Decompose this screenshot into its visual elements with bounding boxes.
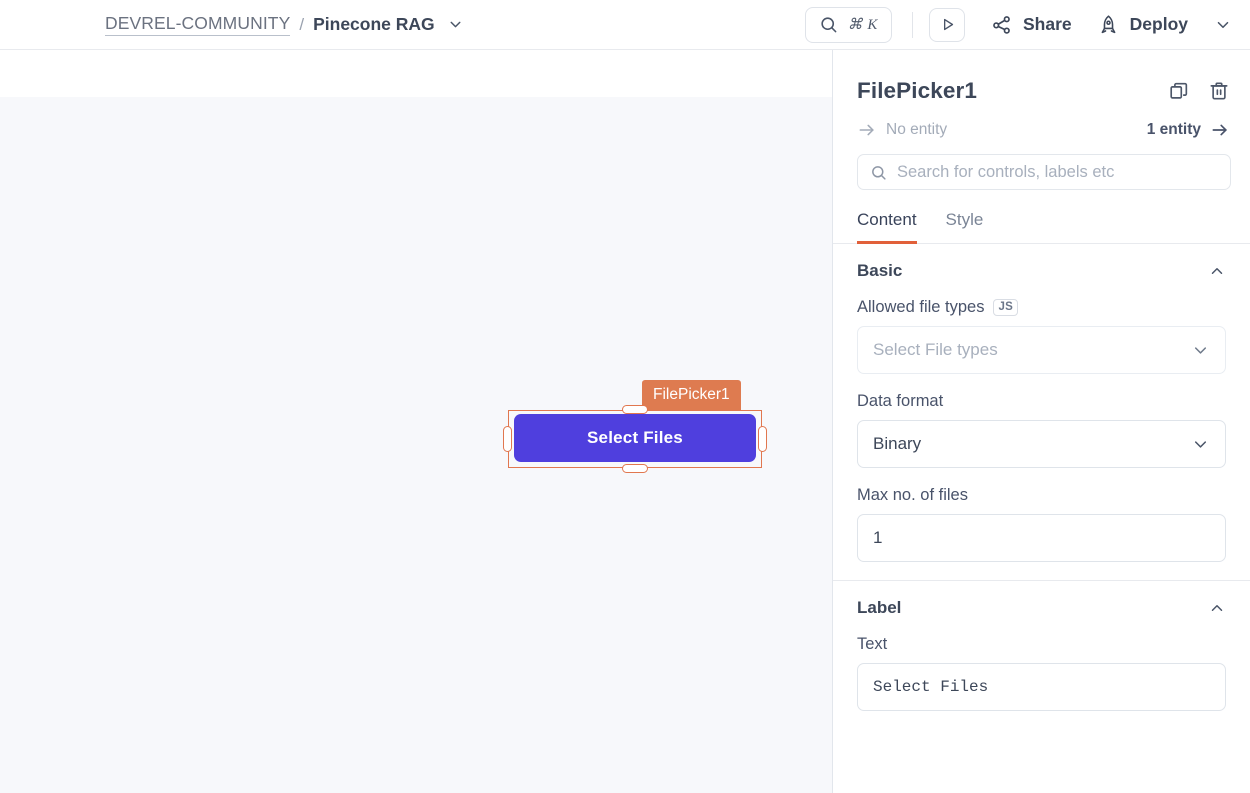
prev-entity-label: No entity [886,121,948,138]
preview-button[interactable] [929,7,965,42]
chevron-up-icon[interactable] [1208,599,1226,617]
search-icon [870,164,887,181]
tab-content[interactable]: Content [857,210,917,244]
share-button[interactable]: Share [991,14,1072,35]
deploy-label: Deploy [1129,14,1188,34]
max-files-input[interactable]: 1 [857,514,1226,562]
chevron-down-icon[interactable] [1191,435,1210,454]
toolbar-divider [912,11,913,38]
arrow-right-icon [857,120,877,140]
chevron-up-icon[interactable] [1208,262,1226,280]
field-data-format-label-row: Data format [857,392,1226,411]
label-text-value: Select Files [873,678,989,696]
resize-handle-left[interactable] [503,426,512,452]
global-search-button[interactable]: ⌘ K [805,6,892,43]
resize-handle-right[interactable] [758,426,767,452]
field-label-text: Text Select Files [857,635,1226,711]
next-entity-nav[interactable]: 1 entity [1147,120,1230,140]
property-pane-header: FilePicker1 [833,50,1250,104]
data-format-value: Binary [873,434,922,453]
play-icon [939,16,956,33]
breadcrumb-app-name[interactable]: Pinecone RAG [313,14,435,35]
property-pane: FilePicker1 No entity 1 entity Search fo… [833,50,1250,793]
section-basic-header[interactable]: Basic [857,244,1226,298]
share-label: Share [1023,14,1072,34]
search-icon [819,15,838,34]
widget-name-tab[interactable]: FilePicker1 [642,380,741,410]
field-allowed-file-types: Allowed file types JS Select File types [857,298,1226,374]
breadcrumb-org[interactable]: DEVREL-COMMUNITY [105,13,291,36]
field-data-format: Data format Binary [857,392,1226,468]
next-entity-label: 1 entity [1146,121,1201,138]
section-label: Label Text Select Files [833,581,1250,711]
resize-handle-top[interactable] [622,405,648,414]
allowed-file-types-select[interactable]: Select File types [857,326,1226,374]
max-files-value: 1 [873,528,883,547]
search-shortcut-hint: ⌘ K [847,17,878,33]
rocket-icon [1098,14,1119,35]
arrow-right-icon [1210,120,1230,140]
share-icon [991,14,1012,35]
allowed-file-types-value: Select File types [873,340,998,359]
breadcrumb-separator: / [299,14,305,34]
prev-entity-nav: No entity [857,120,947,140]
property-search-box[interactable] [857,154,1231,190]
tab-style[interactable]: Style [946,210,984,244]
section-label-header[interactable]: Label [857,581,1226,635]
label-text-input[interactable]: Select Files [857,663,1226,711]
appsmith-editor: DEVREL-COMMUNITY / Pinecone RAG ⌘ K Shar… [0,0,1250,793]
section-label-title: Label [857,598,902,617]
filepicker-widget[interactable]: FilePicker1 Select Files [503,380,767,473]
property-tabs: Content Style [833,210,1250,244]
js-badge[interactable]: JS [993,299,1019,316]
section-basic-title: Basic [857,261,903,280]
search-input[interactable] [897,162,1218,182]
top-bar-actions: ⌘ K Share Deploy [805,0,1238,50]
deploy-button[interactable]: Deploy [1098,14,1188,35]
copy-icon[interactable] [1168,80,1190,102]
field-max-files-label-row: Max no. of files [857,486,1226,505]
resize-handle-bottom[interactable] [622,464,648,473]
field-label-text: Allowed file types [857,298,985,316]
breadcrumb: DEVREL-COMMUNITY / Pinecone RAG [105,13,464,36]
field-label-text: Text [857,635,888,653]
field-max-no-of-files: Max no. of files 1 [857,486,1226,562]
entity-navigation: No entity 1 entity [833,104,1250,140]
select-files-button[interactable]: Select Files [514,414,756,462]
canvas-area[interactable]: FilePicker1 Select Files [0,50,833,793]
deploy-options-chevron-down-icon[interactable] [1214,16,1232,34]
field-text-label-row: Text [857,635,1226,654]
top-bar: DEVREL-COMMUNITY / Pinecone RAG ⌘ K Shar… [0,0,1250,50]
trash-icon[interactable] [1208,80,1230,102]
chevron-down-icon[interactable] [447,16,464,33]
section-basic: Basic Allowed file types JS Select File … [833,244,1250,562]
field-label-text: Max no. of files [857,486,968,504]
canvas-body[interactable]: FilePicker1 Select Files [0,97,832,793]
chevron-down-icon[interactable] [1191,341,1210,360]
data-format-select[interactable]: Binary [857,420,1226,468]
field-allowed-file-types-label-row: Allowed file types JS [857,298,1226,317]
field-label-text: Data format [857,392,944,410]
page-title: FilePicker1 [857,78,977,103]
